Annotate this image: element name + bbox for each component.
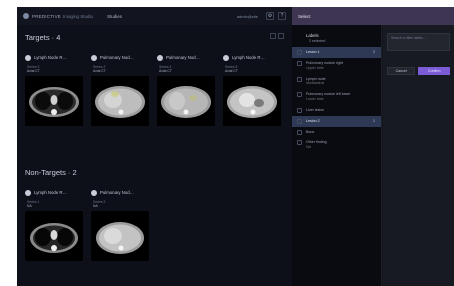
non-target-card[interactable]: Pulmonary Nod… Series 2 NA xyxy=(91,188,151,284)
item-sublabel: NA xyxy=(306,145,311,150)
status-dot-icon xyxy=(91,54,97,61)
checkbox-icon[interactable] xyxy=(297,92,302,98)
checkbox-icon[interactable] xyxy=(297,60,302,66)
target-card[interactable]: Pulmonary Nod… Series 2 Axial CT xyxy=(91,53,151,149)
top-bar: PREDICTIVE Imaging Studio Studies admin@… xyxy=(17,7,292,25)
card-modality: Axial CT xyxy=(93,69,106,73)
search-input[interactable]: Search or filter labels… xyxy=(387,33,450,51)
card-title: Lymph Node R… xyxy=(34,55,67,60)
cancel-button[interactable]: Cancel xyxy=(387,67,416,75)
item-label: Pulmonary nodule right xyxy=(306,60,343,65)
non-target-card[interactable]: Lymph Node R… Series 1 NA xyxy=(25,188,85,284)
list-item[interactable]: Lymph node Mediastinal xyxy=(292,74,381,90)
item-label: Lesion 2 xyxy=(306,118,320,123)
item-label: Lymph node xyxy=(306,76,326,81)
list-item[interactable]: Other finding NA xyxy=(292,137,381,153)
item-label: Pulmonary nodule left lower xyxy=(306,92,351,97)
checkbox-icon[interactable] xyxy=(297,118,302,124)
ct-thumbnail[interactable] xyxy=(25,76,83,126)
checkbox-icon[interactable] xyxy=(297,140,302,146)
card-title: Pulmonary Nod… xyxy=(100,55,134,60)
top-right-controls: admin@site ⚙ ? xyxy=(237,12,286,20)
targets-heading: Targets · 4 xyxy=(25,33,61,42)
drawer-header: Select xyxy=(292,7,454,25)
item-label: Other finding xyxy=(306,140,327,145)
label-drawer: Select Labels 2 selected Lesion 1 2 Pulm… xyxy=(292,7,454,286)
status-dot-icon xyxy=(25,189,31,196)
settings-icon[interactable]: ⚙ xyxy=(266,12,274,20)
ct-thumbnail[interactable] xyxy=(91,76,149,126)
checkbox-icon[interactable] xyxy=(297,129,302,135)
checkbox-icon[interactable] xyxy=(297,50,302,55)
app-window: PREDICTIVE Imaging Studio Studies admin@… xyxy=(17,7,454,286)
confirm-button[interactable]: Confirm xyxy=(418,67,450,75)
ct-thumbnail[interactable] xyxy=(25,211,83,261)
ct-thumbnail[interactable] xyxy=(91,211,149,261)
status-dot-icon xyxy=(91,189,97,196)
main-panel: Targets · 4 Lymph Node R… Series 3 Axial… xyxy=(17,25,292,286)
action-buttons: Cancel Confirm xyxy=(387,67,450,75)
ct-thumbnail[interactable] xyxy=(223,76,281,126)
card-modality: NA xyxy=(93,204,98,208)
list-item[interactable]: Pulmonary nodule right Upper lobe xyxy=(292,58,381,74)
item-sublabel: Upper lobe xyxy=(306,65,324,70)
list-selected-count: 2 selected xyxy=(309,39,326,43)
logo-icon xyxy=(23,13,29,19)
status-dot-icon xyxy=(157,54,163,61)
list-item[interactable]: Lesion 2 1 xyxy=(292,115,381,127)
drawer-title: Select xyxy=(298,13,311,19)
app-logo: PREDICTIVE xyxy=(32,13,62,19)
target-card[interactable]: Lymph Node R… Series 5 Axial CT xyxy=(223,53,283,149)
target-card[interactable]: Lymph Node R… Series 3 Axial CT xyxy=(25,53,85,149)
item-sublabel: Mediastinal xyxy=(306,81,325,86)
card-modality: NA xyxy=(27,204,32,208)
ct-thumbnail[interactable] xyxy=(157,76,215,126)
label-list: Labels 2 selected Lesion 1 2 Pulmonary n… xyxy=(292,25,382,286)
card-title: Pulmonary Nod… xyxy=(166,55,200,60)
list-item[interactable]: Liver lesion xyxy=(292,105,381,116)
item-count: 2 xyxy=(373,50,375,54)
card-title: Lymph Node R… xyxy=(34,190,67,195)
item-count: 1 xyxy=(373,118,375,123)
target-card[interactable]: Pulmonary Nod… Series 4 Axial CT xyxy=(157,53,217,149)
status-dot-icon xyxy=(25,54,31,61)
card-title: Pulmonary Nod… xyxy=(100,190,134,195)
list-item[interactable]: Lesion 1 2 xyxy=(292,47,381,58)
item-sublabel: Lower lobe xyxy=(306,97,324,102)
list-title: Labels xyxy=(306,33,319,38)
card-title: Lymph Node R… xyxy=(232,55,265,60)
status-dot-icon xyxy=(223,54,229,61)
checkbox-icon[interactable] xyxy=(297,107,302,113)
item-label: Liver lesion xyxy=(306,107,325,112)
app-subtitle: Imaging Studio xyxy=(63,13,94,19)
list-item[interactable]: Pulmonary nodule left lower Lower lobe xyxy=(292,89,381,105)
drawer-actions: Search or filter labels… Cancel Confirm xyxy=(383,25,454,286)
view-toggle[interactable] xyxy=(270,33,284,39)
grid-view-icon[interactable] xyxy=(270,33,276,39)
checkbox-icon[interactable] xyxy=(297,76,302,82)
help-icon[interactable]: ? xyxy=(278,12,286,20)
list-header: Labels 2 selected xyxy=(292,25,381,47)
item-label: Bone xyxy=(306,129,315,134)
card-modality: Axial CT xyxy=(27,69,40,73)
nav-studies-link[interactable]: Studies xyxy=(107,14,122,19)
card-modality: Axial CT xyxy=(159,69,172,73)
list-view-icon[interactable] xyxy=(278,33,284,39)
user-label[interactable]: admin@site xyxy=(237,14,258,19)
card-modality: Axial CT xyxy=(225,69,238,73)
item-label: Lesion 1 xyxy=(306,50,320,54)
list-item[interactable]: Bone xyxy=(292,127,381,138)
non-targets-heading: Non-Targets · 2 xyxy=(25,168,77,177)
